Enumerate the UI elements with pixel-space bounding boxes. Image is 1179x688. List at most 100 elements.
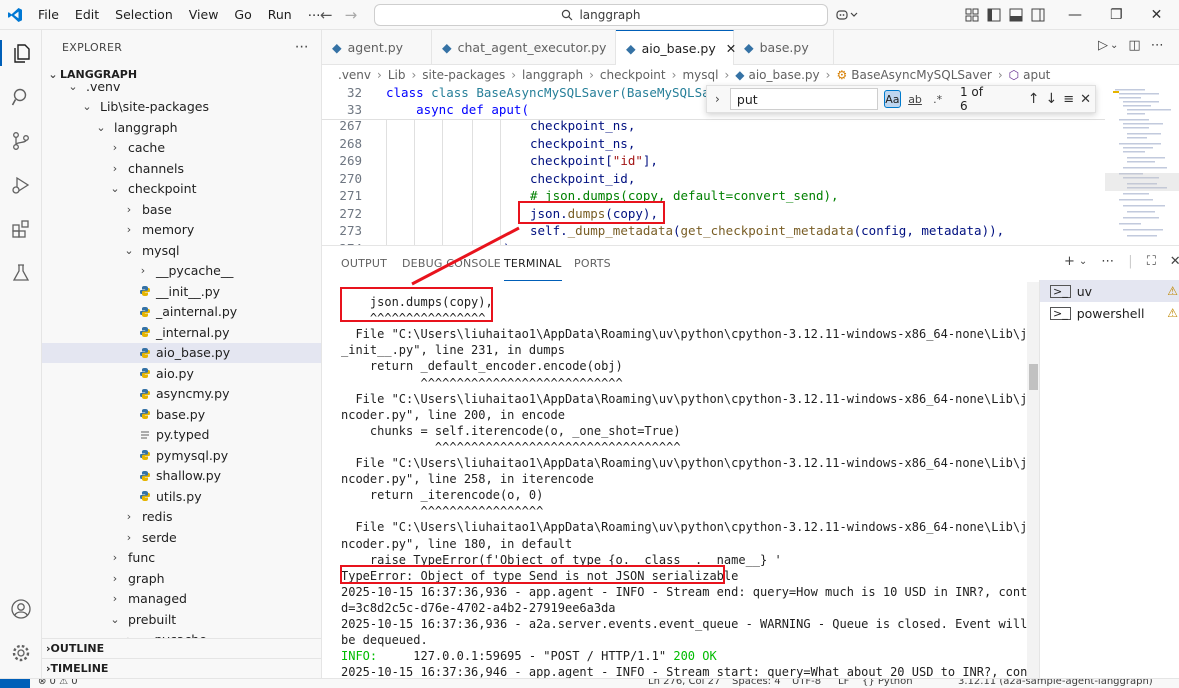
breadcrumb-item[interactable]: Lib bbox=[388, 68, 406, 82]
tree-item-pycache[interactable]: › __pycache__ bbox=[42, 261, 321, 281]
restore-icon[interactable]: ❐ bbox=[1110, 7, 1123, 23]
tree-item-serde[interactable]: › serde bbox=[42, 527, 321, 547]
tree-item-ainternal-py[interactable]: _ainternal.py bbox=[42, 302, 321, 322]
split-editor-icon[interactable]: ◫ bbox=[1128, 38, 1140, 53]
close-window-icon[interactable]: ✕ bbox=[1151, 7, 1163, 23]
toggle-sidebar-icon[interactable] bbox=[987, 8, 1001, 22]
previous-match-icon[interactable]: ↑ bbox=[1028, 91, 1040, 107]
toggle-secondary-sidebar-icon[interactable] bbox=[1031, 8, 1045, 22]
breadcrumb-item[interactable]: site-packages bbox=[422, 68, 505, 82]
outline-section[interactable]: › OUTLINE bbox=[42, 638, 321, 658]
tree-item-utils-py[interactable]: utils.py bbox=[42, 486, 321, 506]
match-case-toggle[interactable]: Aa bbox=[884, 90, 901, 108]
tab-base-py[interactable]: ◆ base.py bbox=[734, 30, 834, 65]
breadcrumb-item[interactable]: .venv bbox=[338, 68, 371, 82]
tree-item-venv[interactable]: ⌄ .venv bbox=[42, 76, 321, 96]
tree-item-base[interactable]: › base bbox=[42, 199, 321, 219]
end-of-line[interactable]: LF bbox=[838, 679, 849, 687]
cursor-position[interactable]: Ln 276, Col 27 bbox=[648, 679, 720, 687]
tab-agent-py[interactable]: ◆ agent.py bbox=[322, 30, 432, 65]
panel-more-icon[interactable]: ⋯ bbox=[1101, 254, 1114, 269]
tree-item-managed[interactable]: › managed bbox=[42, 589, 321, 609]
menu-file[interactable]: File bbox=[30, 0, 67, 30]
editor-more-icon[interactable]: ⋯ bbox=[1151, 38, 1164, 53]
terminal-output[interactable]: json.dumps(copy), ^^^^^^^^^^^^^^^^ File … bbox=[322, 282, 1030, 679]
tab-debug-console[interactable]: DEBUG CONSOLE bbox=[402, 246, 501, 281]
tree-item-mysql[interactable]: ⌄ mysql bbox=[42, 240, 321, 260]
minimap[interactable] bbox=[1105, 85, 1179, 245]
terminal-item-uv[interactable]: >_ uv ⚠ bbox=[1040, 280, 1179, 302]
indentation[interactable]: Spaces: 4 bbox=[732, 679, 781, 687]
close-panel-icon[interactable]: ✕ bbox=[1170, 254, 1179, 269]
back-arrow-icon[interactable]: ← bbox=[320, 6, 333, 24]
explorer-icon[interactable] bbox=[0, 40, 42, 66]
breadcrumb-item[interactable]: BaseAsyncMySQLSaver bbox=[851, 68, 992, 82]
tree-item-aio-base-py[interactable]: aio_base.py bbox=[42, 342, 321, 363]
chevron-down-icon[interactable]: ⌄ bbox=[1110, 40, 1118, 53]
tree-item-init-py[interactable]: __init__.py bbox=[42, 281, 321, 301]
tab-terminal[interactable]: TERMINAL bbox=[504, 246, 562, 281]
tree-item-asyncmy-py[interactable]: asyncmy.py bbox=[42, 384, 321, 404]
tree-item-graph[interactable]: › graph bbox=[42, 568, 321, 588]
tree-item-memory[interactable]: › memory bbox=[42, 220, 321, 240]
tree-item-prebuilt[interactable]: ⌄ prebuilt bbox=[42, 609, 321, 629]
tree-item-base-py[interactable]: base.py bbox=[42, 404, 321, 424]
tree-item-redis[interactable]: › redis bbox=[42, 507, 321, 527]
tree-item-py-typed[interactable]: py.typed bbox=[42, 425, 321, 445]
find-input[interactable]: put bbox=[729, 88, 879, 110]
menu-selection[interactable]: Selection bbox=[107, 0, 181, 30]
source-control-icon[interactable] bbox=[8, 128, 34, 154]
python-interpreter[interactable]: 3.12.11 (a2a-sample-agent-langgraph) bbox=[958, 679, 1153, 687]
tab-chat-agent-executor-py[interactable]: ◆ chat_agent_executor.py bbox=[432, 30, 616, 65]
menu-go[interactable]: Go bbox=[226, 0, 259, 30]
tab-ports[interactable]: PORTS bbox=[574, 246, 611, 281]
tab-output[interactable]: OUTPUT bbox=[341, 246, 387, 281]
tree-item-internal-py[interactable]: _internal.py bbox=[42, 322, 321, 342]
breadcrumb-item[interactable]: checkpoint bbox=[600, 68, 666, 82]
tree-item-checkpoint[interactable]: ⌄ checkpoint bbox=[42, 179, 321, 199]
tree-item-langgraph[interactable]: ⌄ langgraph bbox=[42, 117, 321, 137]
testing-flask-icon[interactable] bbox=[8, 260, 34, 286]
terminal-scroll-thumb[interactable] bbox=[1029, 364, 1038, 390]
whole-word-toggle[interactable]: ab bbox=[907, 90, 924, 108]
close-find-icon[interactable]: ✕ bbox=[1080, 92, 1091, 107]
problems-count[interactable]: ⊗ 0 ⚠ 0 bbox=[38, 679, 78, 687]
terminal-scrollbar[interactable] bbox=[1027, 282, 1039, 679]
command-center-search[interactable]: langgraph bbox=[374, 4, 828, 26]
run-file-icon[interactable]: ▷ bbox=[1098, 38, 1108, 53]
menu-edit[interactable]: Edit bbox=[67, 0, 107, 30]
more-actions-icon[interactable]: ⋯ bbox=[295, 39, 309, 55]
chevron-right-icon[interactable]: › bbox=[711, 92, 724, 106]
account-icon[interactable] bbox=[8, 596, 34, 622]
terminal-item-powershell[interactable]: >_ powershell ⚠ bbox=[1040, 302, 1179, 324]
tree-item-func[interactable]: › func bbox=[42, 548, 321, 568]
timeline-section[interactable]: › TIMELINE bbox=[42, 658, 321, 678]
forward-arrow-icon[interactable]: → bbox=[345, 6, 358, 24]
menu-run[interactable]: Run bbox=[260, 0, 300, 30]
new-terminal-icon[interactable]: + bbox=[1064, 254, 1075, 269]
run-debug-icon[interactable] bbox=[8, 172, 34, 198]
regex-toggle[interactable]: .* bbox=[929, 90, 946, 108]
tree-item-lib-site-packages[interactable]: ⌄ Lib\site-packages bbox=[42, 97, 321, 117]
chevron-down-icon[interactable]: ⌄ bbox=[1079, 256, 1087, 269]
tree-item-pymysql-py[interactable]: pymysql.py bbox=[42, 445, 321, 465]
customize-layout-icon[interactable] bbox=[965, 8, 979, 22]
tree-item-aio-py[interactable]: aio.py bbox=[42, 363, 321, 383]
menu-view[interactable]: View bbox=[181, 0, 227, 30]
tree-item-shallow-py[interactable]: shallow.py bbox=[42, 466, 321, 486]
next-match-icon[interactable]: ↓ bbox=[1045, 91, 1057, 107]
tree-item-cache[interactable]: › cache bbox=[42, 138, 321, 158]
tree-item-channels[interactable]: › channels bbox=[42, 158, 321, 178]
find-in-selection-icon[interactable]: ≡ bbox=[1063, 92, 1074, 107]
search-activity-icon[interactable] bbox=[8, 84, 34, 110]
breadcrumb-item[interactable]: mysql bbox=[682, 68, 718, 82]
breadcrumb-item[interactable]: aput bbox=[1023, 68, 1050, 82]
extensions-icon[interactable] bbox=[8, 216, 34, 242]
maximize-panel-icon[interactable]: ⛶ bbox=[1147, 254, 1156, 269]
language-mode[interactable]: {} Python bbox=[862, 679, 913, 687]
remote-indicator[interactable] bbox=[0, 679, 30, 688]
copilot-icon[interactable] bbox=[836, 0, 858, 30]
minimize-icon[interactable]: — bbox=[1068, 7, 1082, 23]
breadcrumb-item[interactable]: aio_base.py bbox=[748, 68, 819, 82]
settings-gear-icon[interactable] bbox=[8, 640, 34, 666]
